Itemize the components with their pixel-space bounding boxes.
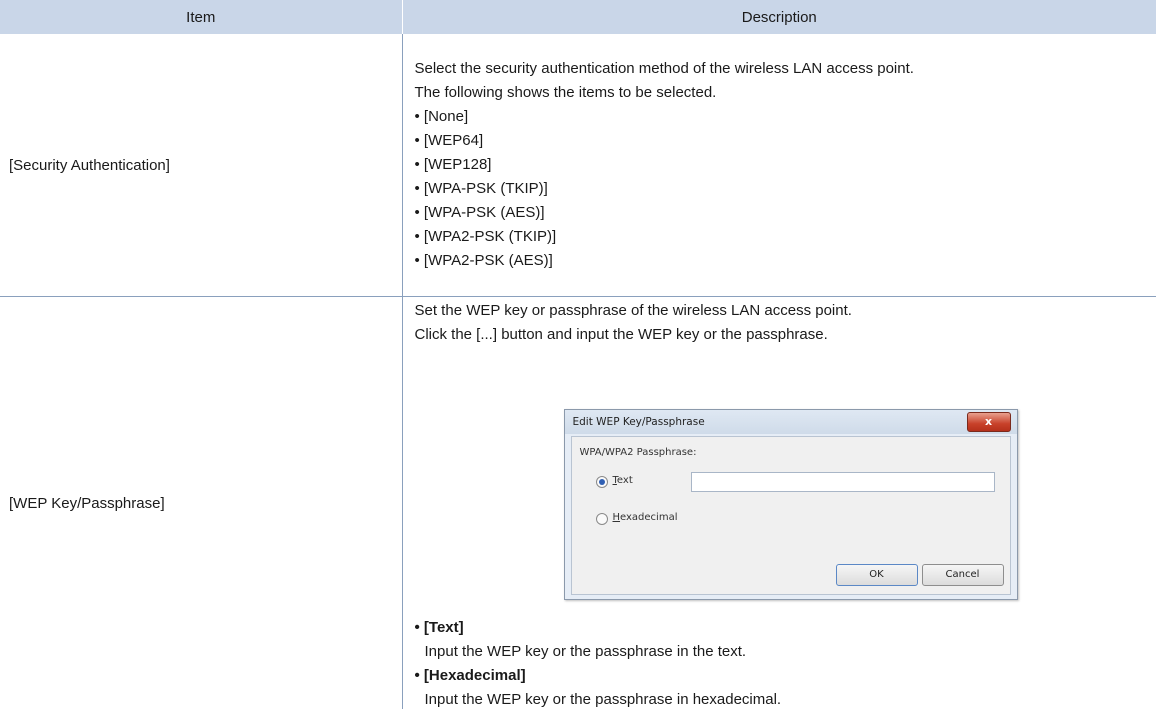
radio-hexadecimal-icon [596,513,608,525]
hexadecimal-option-description: Input the WEP key or the passphrase in h… [415,688,782,712]
spec-table: Item Description [Security Authenticatio… [0,0,1156,709]
table-row: [WEP Key/Passphrase] Set the WEP key or … [0,297,1156,710]
text-option-heading: • [Text] [415,616,782,640]
radio-hexadecimal-label: Hexadecimal [613,512,678,523]
description-wep-key-passphrase: Set the WEP key or passphrase of the wir… [402,297,1156,710]
close-icon: x [967,412,1011,432]
description-security-authentication: Select the security authentication metho… [402,34,1156,297]
option-wpa-psk-aes: • [WPA-PSK (AES)] [415,201,1156,225]
option-wep128: • [WEP128] [415,153,1156,177]
description-line: The following shows the items to be sele… [415,81,1156,105]
dialog-titlebar: Edit WEP Key/Passphrase x [565,410,1017,434]
ok-button: OK [836,564,918,586]
item-wep-key-passphrase: [WEP Key/Passphrase] [0,297,402,710]
option-wpa2-psk-aes: • [WPA2-PSK (AES)] [415,249,1156,273]
description-line: Select the security authentication metho… [415,57,1156,81]
option-wpa2-psk-tkip: • [WPA2-PSK (TKIP)] [415,225,1156,249]
header-item: Item [0,0,402,34]
option-wep64: • [WEP64] [415,129,1156,153]
header-description: Description [402,0,1156,34]
passphrase-group-label: WPA/WPA2 Passphrase: [580,447,697,458]
dialog-body: WPA/WPA2 Passphrase: Text Hexadecimal OK… [571,436,1011,595]
dialog-title: Edit WEP Key/Passphrase [573,416,705,428]
hexadecimal-option-heading: • [Hexadecimal] [415,664,782,688]
edit-wep-key-dialog-screenshot: Edit WEP Key/Passphrase x WPA/WPA2 Passp… [564,409,1018,600]
description-line: Click the [...] button and input the WEP… [415,323,852,347]
option-wpa-psk-tkip: • [WPA-PSK (TKIP)] [415,177,1156,201]
option-none: • [None] [415,105,1156,129]
radio-text-label: Text [613,475,633,486]
table-row: [Security Authentication] Select the sec… [0,34,1156,297]
passphrase-text-field [691,472,995,492]
radio-text-icon [596,476,608,488]
text-option-description: Input the WEP key or the passphrase in t… [415,640,782,664]
item-security-authentication: [Security Authentication] [0,34,402,297]
cancel-button: Cancel [922,564,1004,586]
description-line: Set the WEP key or passphrase of the wir… [415,299,852,323]
